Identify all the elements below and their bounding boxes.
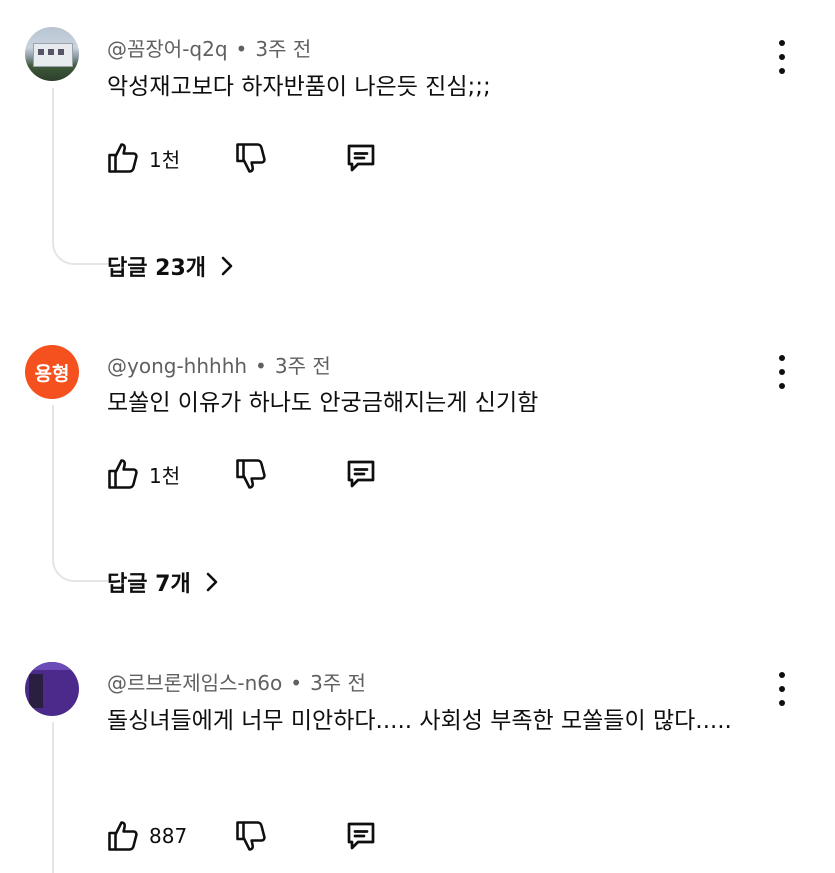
comment-actions: 887 [105, 816, 405, 856]
thumbs-up-icon [108, 821, 138, 851]
like-count: 887 [149, 824, 188, 848]
more-vert-icon[interactable] [770, 672, 794, 706]
comment-3: @르브론제임스-n6o • 3주 전 돌싱녀들에게 너무 미안하다..... 사회성… [0, 0, 835, 873]
reply-button[interactable] [343, 816, 379, 856]
avatar-image-detail [29, 674, 43, 708]
avatar[interactable] [25, 662, 79, 716]
comment-icon [347, 822, 375, 850]
comment-meta: @르브론제임스-n6o • 3주 전 [107, 667, 366, 696]
thumbs-down-icon [236, 821, 266, 851]
reply-thread-line [52, 722, 54, 873]
comment-time[interactable]: 3주 전 [310, 671, 366, 695]
like-button[interactable]: 887 [105, 816, 187, 856]
avatar-image [25, 662, 79, 670]
comment-text: 돌싱녀들에게 너무 미안하다..... 사회성 부족한 모쏠들이 많다..... [107, 708, 732, 734]
separator-dot: • [290, 671, 303, 695]
author-handle[interactable]: @르브론제임스-n6o [107, 671, 282, 695]
dislike-button[interactable] [233, 816, 269, 856]
